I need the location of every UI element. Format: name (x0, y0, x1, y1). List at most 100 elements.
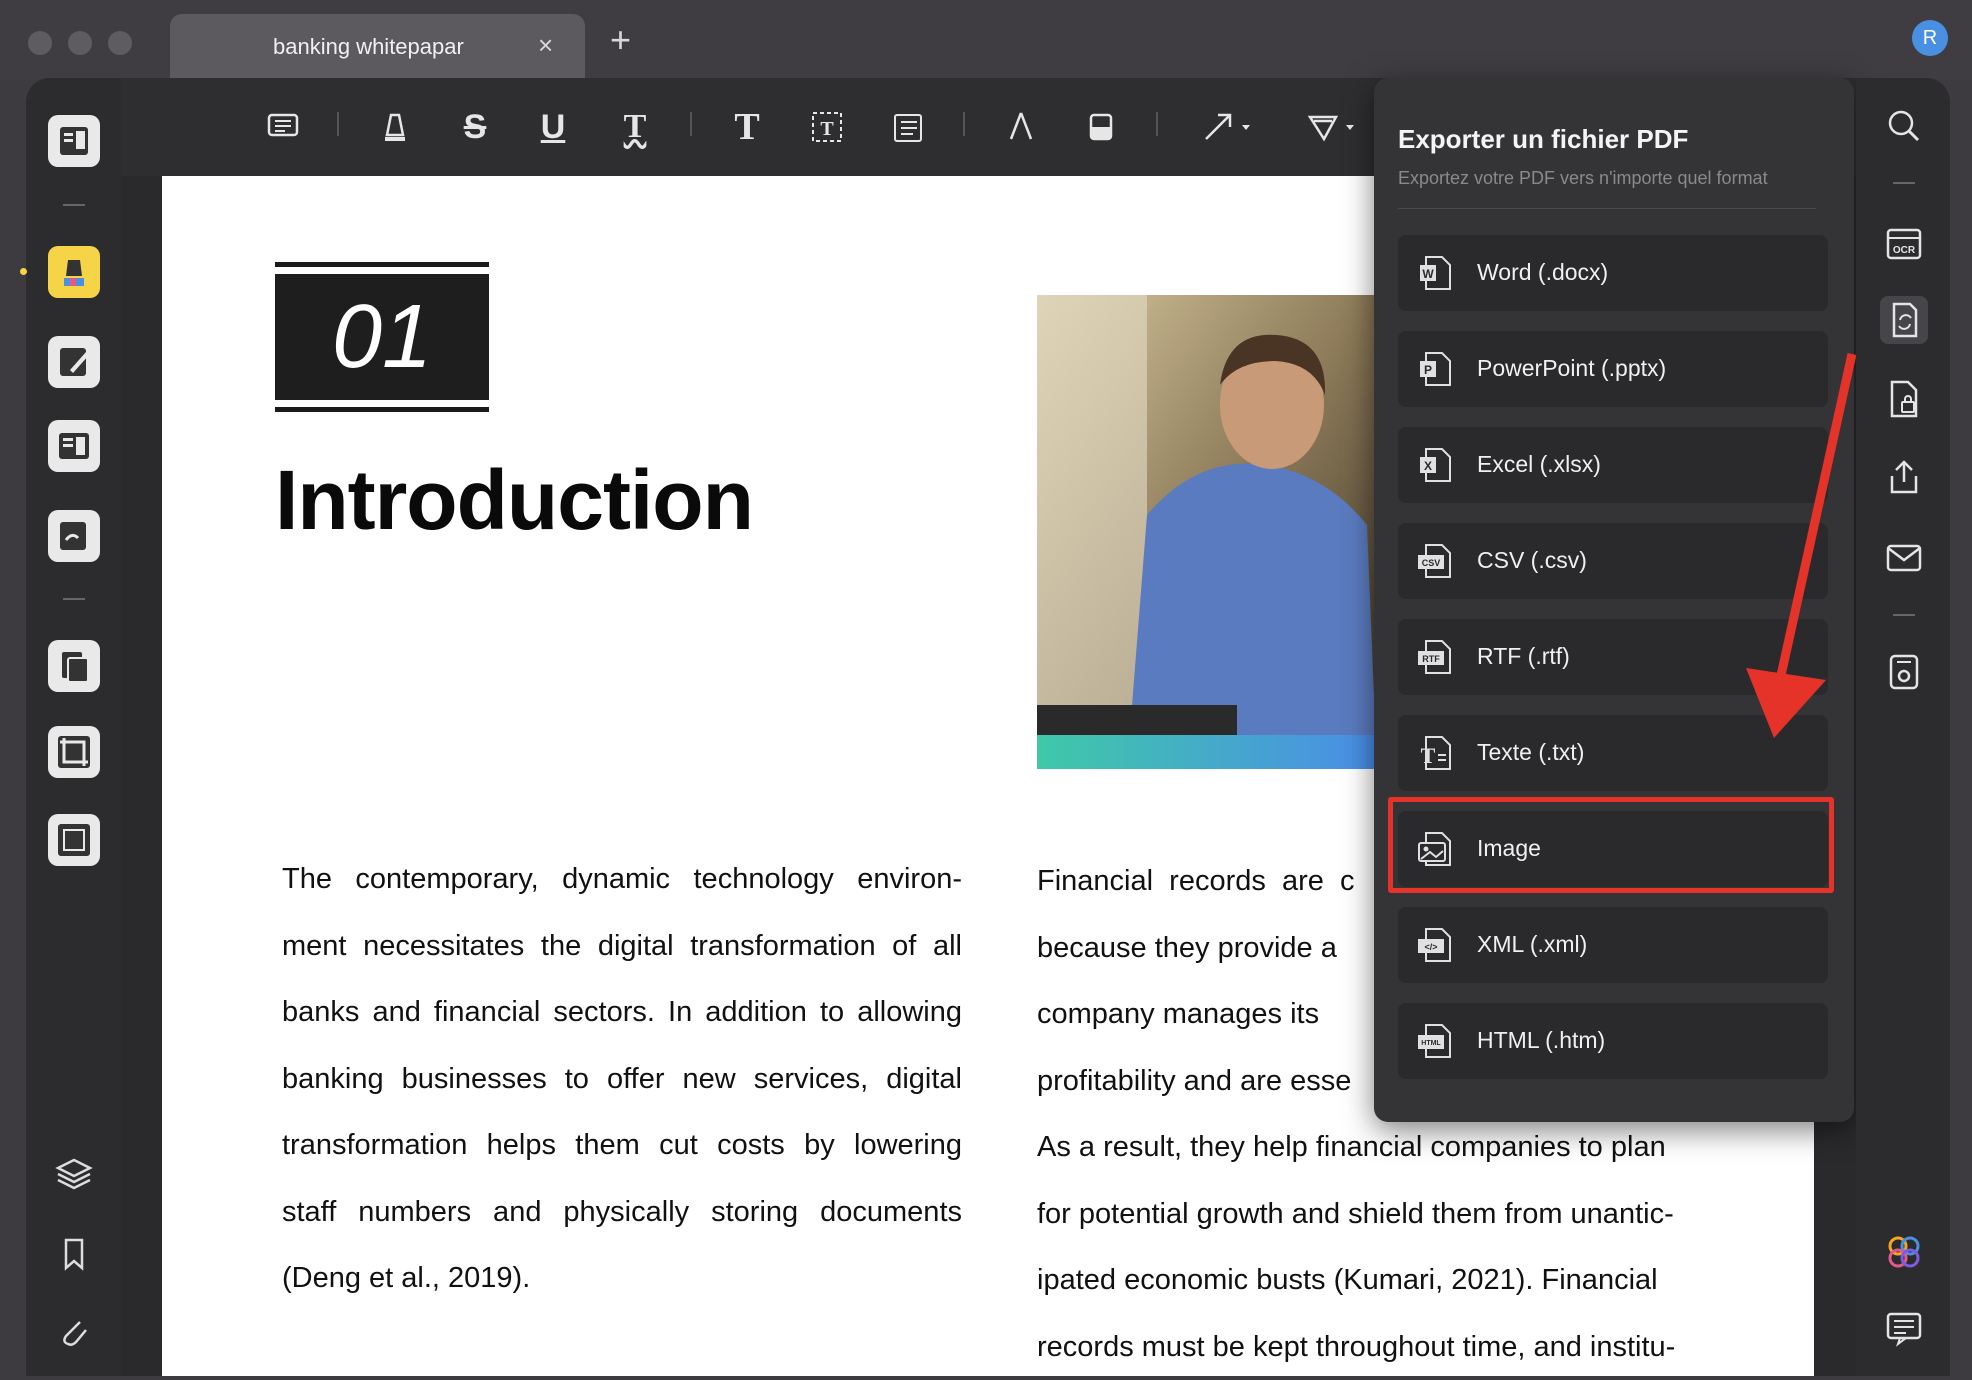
section-number: 01 (275, 274, 489, 400)
underline-icon[interactable]: U (528, 105, 578, 149)
toolbar-separator (337, 112, 339, 136)
paragraph-line: for potential growth and shield them fro… (1037, 1181, 1707, 1248)
paragraph-line: The contemporary, dynamic technology env… (282, 846, 962, 913)
export-option-label: CSV (.csv) (1477, 547, 1587, 574)
document-photo (1037, 295, 1377, 769)
window-minimize-dot[interactable] (68, 31, 92, 55)
paragraph-line: banking businesses to offer new services… (282, 1046, 962, 1113)
text-file-icon: T (1416, 733, 1456, 773)
export-option-label: Texte (.txt) (1477, 739, 1584, 766)
edit-mode-icon[interactable] (48, 336, 100, 388)
paragraph-line: ipated economic busts (Kumari, 2021). Fi… (1037, 1247, 1707, 1314)
svg-text:W: W (1422, 267, 1434, 281)
excel-file-icon: X (1416, 445, 1456, 485)
window-zoom-dot[interactable] (108, 31, 132, 55)
share-icon[interactable] (1882, 456, 1926, 500)
rtf-file-icon: RTF (1416, 637, 1456, 677)
comment-mode-icon[interactable] (48, 246, 100, 298)
svg-text:</>: </> (1424, 942, 1437, 952)
paragraph-line: records must be kept throughout time, an… (1037, 1314, 1707, 1380)
organize-pages-icon[interactable] (48, 640, 100, 692)
svg-text:X: X (1424, 459, 1432, 473)
layers-icon[interactable] (48, 1148, 100, 1200)
export-panel-title: Exporter un fichier PDF (1398, 124, 1688, 155)
xml-file-icon: </> (1416, 925, 1456, 965)
paragraph-line: transformation helps them cut costs by l… (282, 1112, 962, 1179)
toolbar-separator (963, 112, 965, 136)
form-mode-icon[interactable] (48, 420, 100, 472)
svg-text:P: P (1424, 363, 1432, 377)
svg-text:T: T (820, 118, 834, 140)
arrow-shape-icon[interactable] (1196, 105, 1260, 149)
strikethrough-icon[interactable]: S (450, 105, 500, 149)
export-option-label: XML (.xml) (1477, 931, 1587, 958)
svg-text:T: T (1421, 743, 1436, 768)
toolbar-separator (1156, 112, 1158, 136)
window-close-dot[interactable] (28, 31, 52, 55)
eraser-icon[interactable] (1076, 105, 1126, 149)
html-file-icon: HTML (1416, 1021, 1456, 1061)
sidebar-divider (1893, 614, 1915, 616)
paragraph-line: ment necessitates the digital transforma… (282, 913, 962, 980)
svg-text:OCR: OCR (1893, 245, 1916, 256)
export-option-html[interactable]: HTML HTML (.htm) (1398, 1003, 1828, 1079)
tab-close-icon[interactable]: × (538, 30, 553, 61)
export-option-xml[interactable]: </> XML (.xml) (1398, 907, 1828, 983)
sidebar-divider (1893, 182, 1915, 184)
export-option-label: Excel (.xlsx) (1477, 451, 1601, 478)
tab-title: banking whitepapar (273, 34, 464, 60)
email-icon[interactable] (1882, 536, 1926, 580)
convert-pdf-icon[interactable] (1880, 296, 1928, 344)
search-icon[interactable] (1882, 104, 1926, 148)
sign-mode-icon[interactable] (48, 510, 100, 562)
active-indicator (20, 268, 27, 275)
powerpoint-file-icon: P (1416, 349, 1456, 389)
stamp-icon[interactable] (1300, 105, 1364, 149)
export-option-label: HTML (.htm) (1477, 1027, 1605, 1054)
attachment-icon[interactable] (48, 1306, 100, 1358)
highlight-box (1388, 797, 1834, 893)
paragraph-line: banks and financial sectors. In addition… (282, 979, 962, 1046)
squiggly-underline-icon[interactable]: T (610, 105, 660, 149)
comments-panel-icon[interactable] (1882, 1306, 1926, 1350)
ocr-icon[interactable]: OCR (1882, 222, 1926, 266)
export-option-label: Word (.docx) (1477, 259, 1608, 286)
watermark-icon[interactable] (48, 814, 100, 866)
paragraph-line: staff numbers and physically storing doc… (282, 1179, 962, 1246)
svg-text:HTML: HTML (1421, 1040, 1441, 1047)
section-heading: Introduction (275, 452, 753, 549)
document-tab[interactable]: banking whitepapar × (170, 14, 585, 80)
word-file-icon: W (1416, 253, 1456, 293)
svg-text:CSV: CSV (1422, 558, 1441, 568)
ai-assistant-icon[interactable] (1882, 1230, 1926, 1274)
toolbar-separator (690, 112, 692, 136)
pencil-icon[interactable] (996, 105, 1046, 149)
sidebar-divider (63, 598, 85, 600)
export-option-label: PowerPoint (.pptx) (1477, 355, 1666, 382)
export-option-word[interactable]: W Word (.docx) (1398, 235, 1828, 311)
text-callout-icon[interactable] (882, 105, 932, 149)
paragraph-line: (Deng et al., 2019). (282, 1245, 962, 1312)
comment-icon[interactable] (258, 105, 308, 149)
reader-mode-icon[interactable] (48, 115, 100, 167)
avatar[interactable]: R (1912, 20, 1948, 56)
right-sidebar (1856, 78, 1950, 1376)
protect-pdf-icon[interactable] (1882, 378, 1926, 422)
highlighter-icon[interactable] (370, 105, 420, 149)
sidebar-divider (63, 204, 85, 206)
section-badge: 01 (275, 262, 489, 412)
panel-divider (1398, 208, 1816, 209)
export-panel-subtitle: Exportez votre PDF vers n'importe quel f… (1398, 168, 1768, 189)
svg-text:RTF: RTF (1422, 654, 1440, 664)
csv-file-icon: CSV (1416, 541, 1456, 581)
left-paragraph: The contemporary, dynamic technology env… (282, 846, 962, 1312)
title-bar: banking whitepapar × + R (0, 0, 1972, 80)
export-option-label: RTF (.rtf) (1477, 643, 1570, 670)
bookmark-icon[interactable] (48, 1228, 100, 1280)
paragraph-line: As a result, they help financial compani… (1037, 1114, 1707, 1181)
new-tab-icon[interactable]: + (610, 22, 631, 58)
crop-icon[interactable] (48, 726, 100, 778)
textbox-icon[interactable]: T (802, 105, 852, 149)
text-icon[interactable]: T (722, 105, 772, 149)
save-icon[interactable] (1882, 650, 1926, 694)
